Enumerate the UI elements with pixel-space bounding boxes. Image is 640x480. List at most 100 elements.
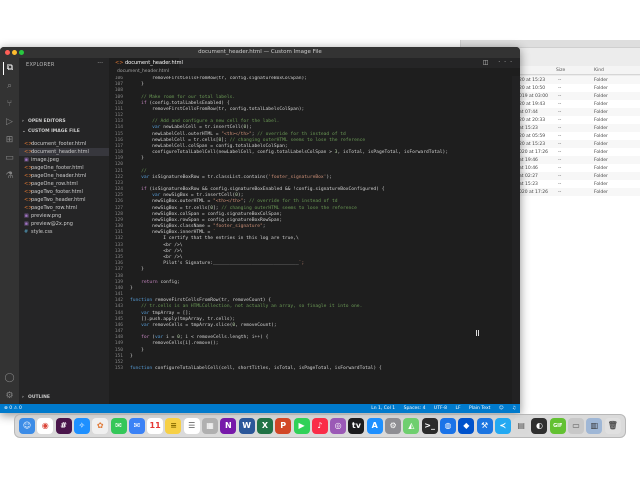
finder-icon-glyph: ☺: [19, 418, 35, 434]
sourcetree-icon[interactable]: ◆: [458, 418, 475, 434]
finder-cell-date: 20 at 15:23: [519, 77, 546, 83]
facetime-icon[interactable]: ▶: [293, 418, 310, 434]
photos-icon[interactable]: ✿: [92, 418, 109, 434]
screenshot-icon[interactable]: ▭: [568, 418, 585, 434]
file-item[interactable]: <>pageTwo_row.html: [19, 204, 109, 212]
app-icon[interactable]: ▦: [202, 418, 219, 434]
trash-icon[interactable]: 🗑: [604, 418, 621, 434]
open-editors-section[interactable]: › OPEN EDITORS: [19, 118, 109, 126]
file-item[interactable]: <>document_header.html: [19, 148, 109, 156]
chrome-icon[interactable]: ◉: [37, 418, 54, 434]
reminders-icon-glyph: ☰: [183, 418, 200, 434]
podcasts-icon[interactable]: ◎: [330, 418, 347, 434]
indentation-status[interactable]: Spaces: 4: [404, 406, 426, 411]
safari-icon[interactable]: ✧: [73, 418, 90, 434]
finder-column-kind[interactable]: Kind: [594, 68, 604, 73]
encoding-status[interactable]: UTF-8: [434, 406, 447, 411]
problems-status[interactable]: ⊗ 0 ⚠ 0: [4, 404, 22, 413]
feedback-icon[interactable]: ☺: [499, 406, 504, 411]
excel-icon[interactable]: X: [256, 418, 273, 434]
source-control-icon[interactable]: ⑂: [3, 98, 16, 111]
extensions-icon[interactable]: ⊞: [3, 134, 16, 147]
minimap[interactable]: [512, 76, 520, 404]
outline-section[interactable]: › OUTLINE: [19, 394, 109, 402]
finder-cell-kind: Folder: [594, 149, 608, 155]
breadcrumb[interactable]: document_header.html: [109, 68, 520, 76]
finder-cell-kind: Folder: [594, 157, 608, 163]
onenote-icon[interactable]: N: [220, 418, 237, 434]
file-item[interactable]: <>pageOne_header.html: [19, 172, 109, 180]
search-icon[interactable]: ⌕: [3, 80, 16, 93]
dock: ☺ ◉ # ✧ ✿ ✉ ✉ 11 ≡ ☰ ▦ N W X P ▶ ♪ ◎ tv A ⚙ ◭ >_ ◍ ◆ ⚒ ≺ ▤ ◐ GIF ▭ ▥ 🗑: [14, 414, 626, 438]
app-store-icon[interactable]: A: [366, 418, 383, 434]
downloads-icon-glyph: ▥: [586, 418, 603, 434]
finder-cell-date: 020 at 17:26: [519, 149, 548, 155]
settings-icon[interactable]: ⚙: [3, 390, 16, 403]
cursor-position[interactable]: Ln 1, Col 1: [371, 406, 395, 411]
downloads-icon[interactable]: ▥: [586, 418, 603, 434]
gif-icon[interactable]: GIF: [549, 418, 566, 434]
preview-icon-glyph: ▤: [513, 418, 530, 434]
file-name: pageOne_row.html: [31, 181, 78, 187]
account-icon[interactable]: ◯: [3, 372, 16, 385]
notes-icon[interactable]: ≡: [165, 418, 182, 434]
file-item[interactable]: # style.css: [19, 228, 109, 236]
app-icon-2-glyph: ◐: [531, 418, 548, 434]
code-editor[interactable]: 106 removeFirstCellsFromRow(tr, config.s…: [109, 76, 520, 404]
preview-icon[interactable]: ▤: [513, 418, 530, 434]
finder-column-size[interactable]: Size: [556, 68, 565, 73]
vscode-icon[interactable]: ≺: [494, 418, 511, 434]
music-icon[interactable]: ♪: [311, 418, 328, 434]
app-icon-2[interactable]: ◐: [531, 418, 548, 434]
finder-cell-date: 20 at 19:43: [519, 101, 546, 107]
code-line: 153 function configureTotalLabelCell(cell…: [109, 366, 520, 372]
finder-icon[interactable]: ☺: [19, 418, 35, 434]
reminders-icon[interactable]: ☰: [183, 418, 200, 434]
calendar-icon[interactable]: 11: [147, 418, 164, 434]
file-item[interactable]: <>pageOne_row.html: [19, 180, 109, 188]
photos-icon-glyph: ✿: [92, 418, 109, 434]
file-item[interactable]: ▣ preview@2x.png: [19, 220, 109, 228]
file-name: style.css: [31, 229, 53, 235]
tab-document-header[interactable]: <> document_header.html: [109, 58, 183, 68]
remote-icon[interactable]: ▭: [3, 152, 16, 165]
finder-cell-size: --: [558, 133, 562, 139]
file-item[interactable]: <>pageTwo_header.html: [19, 196, 109, 204]
language-mode[interactable]: Plain Text: [469, 406, 490, 411]
slack-icon[interactable]: #: [55, 418, 72, 434]
file-item[interactable]: ▣ preview.png: [19, 212, 109, 220]
editor-actions[interactable]: ◫ ···: [483, 59, 516, 66]
file-name: image.jpeg: [31, 157, 59, 163]
eol-status[interactable]: LF: [455, 406, 460, 411]
maps-icon[interactable]: ◭: [403, 418, 420, 434]
finder-cell-date: at 15:23: [519, 181, 538, 187]
file-item[interactable]: ▣ image.jpeg: [19, 156, 109, 164]
finder-cell-size: --: [558, 157, 562, 163]
tv-icon[interactable]: tv: [348, 418, 365, 434]
powerpoint-icon-glyph: P: [275, 418, 292, 434]
file-name: preview@2x.png: [31, 221, 73, 227]
notifications-icon[interactable]: ♫: [512, 406, 516, 411]
file-item[interactable]: <>pageOne_footer.html: [19, 164, 109, 172]
files-icon[interactable]: ⧉: [3, 62, 16, 75]
finder-cell-size: --: [558, 165, 562, 171]
file-item[interactable]: <>pageTwo_footer.html: [19, 188, 109, 196]
excel-icon-glyph: X: [256, 418, 273, 434]
messages-icon[interactable]: ✉: [110, 418, 127, 434]
file-type-icon: ▣: [24, 221, 29, 227]
word-icon[interactable]: W: [238, 418, 255, 434]
xcode-icon[interactable]: ⚒: [476, 418, 493, 434]
finder-cell-size: --: [558, 117, 562, 123]
folder-section[interactable]: ⌄ CUSTOM IMAGE FILE: [19, 128, 109, 136]
file-item[interactable]: <>document_footer.html: [19, 140, 109, 148]
run-debug-icon[interactable]: ▷: [3, 116, 16, 129]
test-icon[interactable]: ⚗: [3, 170, 16, 183]
terminal-icon[interactable]: >_: [421, 418, 438, 434]
1password-icon[interactable]: ◍: [439, 418, 456, 434]
file-type-icon: <>: [24, 141, 33, 147]
finder-cell-kind: Folder: [594, 93, 608, 99]
mail-icon[interactable]: ✉: [128, 418, 145, 434]
more-actions-icon[interactable]: ···: [97, 60, 103, 67]
powerpoint-icon[interactable]: P: [275, 418, 292, 434]
system-preferences-icon[interactable]: ⚙: [385, 418, 402, 434]
